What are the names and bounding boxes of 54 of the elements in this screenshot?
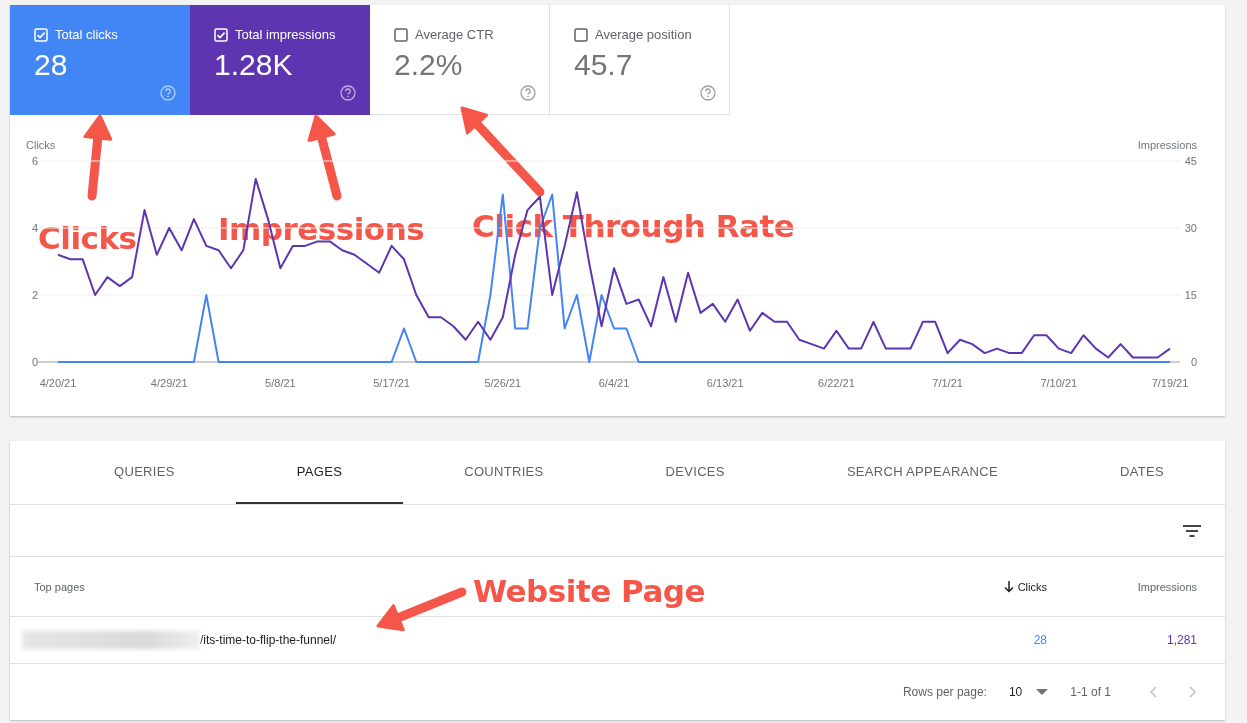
column-header[interactable]: Clicks bbox=[1017, 580, 1047, 593]
metric-tile[interactable]: Average position 45.7 bbox=[550, 5, 730, 115]
axis-title: Clicks bbox=[26, 139, 56, 151]
axis-tick-label: 5/8/21 bbox=[265, 377, 296, 389]
tab[interactable]: SEARCH APPEARANCE bbox=[785, 441, 1059, 504]
axis-tick-label: 6/13/21 bbox=[706, 377, 744, 389]
axis-tick-label: 4 bbox=[32, 222, 39, 234]
metric-label: Average CTR bbox=[415, 27, 494, 42]
column-header[interactable]: Impressions bbox=[1137, 580, 1197, 593]
metric-label: Total clicks bbox=[55, 27, 118, 42]
tab[interactable]: DEVICES bbox=[604, 441, 786, 504]
annotation-label: Clicks bbox=[38, 220, 137, 256]
checkbox[interactable] bbox=[394, 27, 408, 42]
annotation-label: Website Page bbox=[473, 573, 706, 609]
checkbox[interactable] bbox=[574, 27, 588, 42]
metric-label: Average position bbox=[595, 27, 692, 42]
help-icon[interactable] bbox=[520, 85, 536, 101]
axis-tick-label: 7/1/21 bbox=[932, 377, 963, 389]
axis-tick-label: 6 bbox=[32, 155, 39, 167]
page-url[interactable]: /its-time-to-flip-the-funnel/ bbox=[200, 633, 337, 647]
axis-tick-label: 6/22/21 bbox=[818, 377, 855, 389]
rows-per-page-label: Rows per page: bbox=[902, 685, 987, 699]
metric-value: 28 bbox=[34, 48, 68, 82]
help-icon[interactable] bbox=[700, 85, 716, 101]
page-range: 1-1 of 1 bbox=[1070, 685, 1111, 699]
axis-tick-label: 7/19/21 bbox=[1151, 377, 1189, 389]
axis-tick-label: 0 bbox=[32, 356, 39, 368]
metric-tile[interactable]: Average CTR 2.2% bbox=[370, 5, 550, 115]
axis-tick-label: 5/26/21 bbox=[484, 377, 522, 389]
axis-tick-label: 4/20/21 bbox=[39, 377, 77, 389]
axis-tick-label: 30 bbox=[1184, 222, 1197, 234]
metric-label: Total impressions bbox=[235, 27, 336, 42]
tab[interactable]: PAGES bbox=[235, 441, 404, 504]
tab[interactable]: COUNTRIES bbox=[403, 441, 605, 504]
axis-title: Impressions bbox=[1137, 139, 1197, 151]
axis-tick-label: 45 bbox=[1184, 155, 1197, 167]
axis-tick-label: 0 bbox=[1190, 356, 1197, 368]
tab[interactable]: DATES bbox=[1059, 441, 1225, 504]
axis-tick-label: 7/10/21 bbox=[1040, 377, 1078, 389]
metric-value: 2.2% bbox=[394, 48, 463, 82]
axis-tick-label: 15 bbox=[1184, 289, 1197, 301]
metric-value: 1.28K bbox=[214, 48, 293, 82]
table-cell: 28 bbox=[1033, 633, 1047, 647]
axis-tick-label: 6/4/21 bbox=[598, 377, 630, 389]
axis-tick-label: 2 bbox=[32, 289, 39, 301]
table-cell: 1,281 bbox=[1166, 633, 1197, 647]
axis-tick-label: 4/29/21 bbox=[150, 377, 188, 389]
rows-per-page-value[interactable]: 10 bbox=[1008, 685, 1023, 699]
axis-tick-label: 5/17/21 bbox=[373, 377, 410, 389]
metric-value: 45.7 bbox=[574, 48, 633, 82]
tab[interactable]: QUERIES bbox=[53, 441, 236, 504]
dropdown-caret-icon[interactable] bbox=[1036, 689, 1049, 695]
column-header[interactable]: Top pages bbox=[34, 580, 85, 593]
filter-icon[interactable] bbox=[1183, 524, 1201, 537]
